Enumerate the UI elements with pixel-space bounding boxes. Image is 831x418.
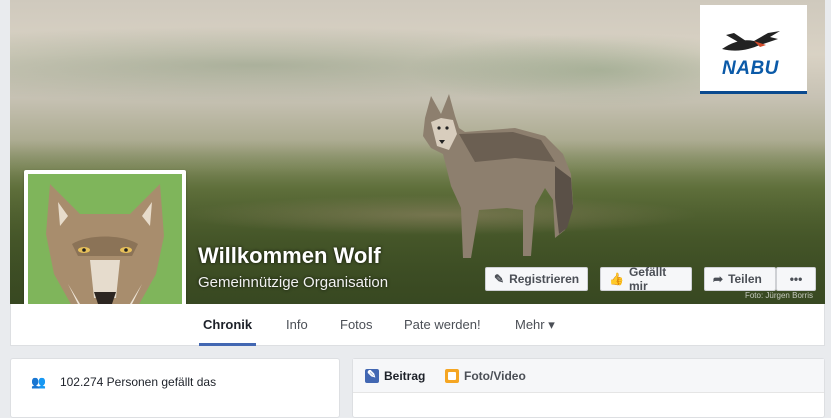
like-button-label: Gefällt mir	[628, 265, 667, 293]
composer-post-label: Beitrag	[384, 369, 426, 383]
nabu-logo: NABU	[700, 5, 807, 94]
page-category: Gemeinnützige Organisation	[198, 274, 389, 291]
page-title: Willkommen Wolf	[198, 243, 381, 268]
like-page-button[interactable]: 👍 Gefällt mir	[600, 265, 692, 293]
share-button-label: Teilen	[728, 272, 762, 286]
share-button[interactable]: ➦ Teilen	[704, 267, 776, 291]
composer-card: ✎ Beitrag Foto/Video	[352, 358, 825, 418]
more-options-button[interactable]: •••	[776, 267, 816, 291]
more-dots-icon: •••	[789, 272, 803, 286]
nabu-logo-text: NABU	[722, 58, 779, 79]
likes-card: 👥 102.274 Personen gefällt das	[10, 358, 340, 418]
photo-icon	[445, 369, 459, 383]
tab-pate-werden[interactable]: Pate werden!	[404, 304, 481, 346]
register-button[interactable]: ✎ Registrieren	[485, 267, 588, 291]
tab-info[interactable]: Info	[286, 304, 308, 346]
share-arrow-icon: ➦	[713, 272, 724, 286]
tab-mehr[interactable]: Mehr ▾	[515, 304, 555, 346]
tab-fotos[interactable]: Fotos	[340, 304, 373, 346]
pencil-icon: ✎	[365, 369, 379, 383]
composer-photo-label: Foto/Video	[464, 369, 526, 383]
composer-tab-photo[interactable]: Foto/Video	[445, 369, 526, 383]
register-button-label: Registrieren	[509, 272, 580, 286]
likes-count[interactable]: 102.274 Personen gefällt das	[60, 375, 216, 389]
page-tab-bar: Chronik Info Fotos Pate werden! Mehr ▾	[10, 304, 825, 346]
composer-tab-post[interactable]: ✎ Beitrag	[365, 369, 425, 383]
pencil-icon: ✎	[494, 272, 505, 286]
stork-icon	[722, 31, 780, 51]
wolf-image	[423, 94, 573, 258]
photo-credit: Foto: Jürgen Borris	[744, 291, 813, 300]
people-icon: 👥	[31, 375, 46, 389]
tab-chronik[interactable]: Chronik	[198, 304, 257, 346]
composer-tabs: ✎ Beitrag Foto/Video	[353, 359, 824, 393]
thumbs-up-icon: 👍	[609, 272, 624, 286]
